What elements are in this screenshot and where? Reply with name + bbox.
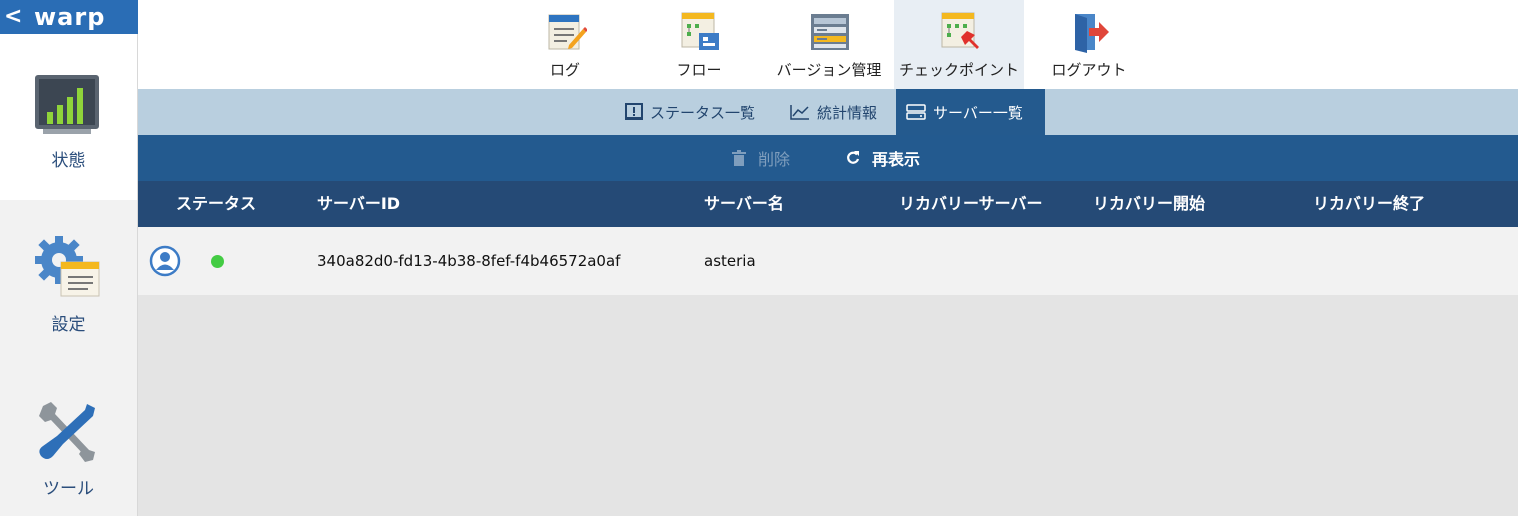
refresh-icon (847, 151, 860, 164)
table-row[interactable]: 340a82d0-fd13-4b38-8fef-f4b46572a0af ast… (138, 227, 1518, 295)
subtab-bar: ステータス一覧 統計情報 サーバー一覧 (138, 89, 1518, 135)
flow-icon (681, 12, 719, 50)
column-header-server-name[interactable]: サーバー名 (704, 181, 784, 227)
tab-server-list[interactable]: サーバー一覧 (896, 89, 1045, 135)
sidebar: < warp 状態 設定 ツール (0, 0, 138, 516)
bar-chart-icon (35, 75, 99, 134)
column-header-recovery-end[interactable]: リカバリー終了 (1313, 181, 1425, 227)
table-header: ステータス サーバーID サーバー名 リカバリーサーバー リカバリー開始 リカバ… (138, 181, 1518, 227)
toolbar-checkpoint-button[interactable]: チェックポイント (894, 0, 1024, 89)
action-bar: 削除 再表示 (138, 135, 1518, 181)
sidebar-item-label: 状態 (51, 151, 86, 171)
back-chevron: < (4, 4, 23, 29)
toolbar-label: ログアウト (1051, 61, 1127, 79)
toolbar-version-button[interactable]: バージョン管理 (764, 0, 894, 89)
top-toolbar: ログ フロー バージョン管理 チェックポイント ログアウト (138, 0, 1518, 89)
checkpoint-pin-icon (941, 12, 979, 49)
delete-button[interactable]: 削除 (732, 135, 790, 181)
logo-text: warp (34, 3, 106, 31)
refresh-button[interactable]: 再表示 (846, 135, 920, 181)
tab-status-list[interactable]: ステータス一覧 (615, 89, 765, 135)
toolbar-label: フロー (676, 61, 722, 79)
log-notepad-icon (548, 14, 587, 50)
server-icon (906, 104, 926, 120)
column-header-status[interactable]: ステータス (176, 181, 256, 227)
table-body: 340a82d0-fd13-4b38-8fef-f4b46572a0af ast… (138, 227, 1518, 516)
user-icon (149, 245, 181, 277)
tab-label: 統計情報 (817, 103, 878, 122)
version-control-icon (811, 14, 849, 50)
status-indicator-dot (211, 255, 224, 268)
refresh-label: 再表示 (872, 150, 921, 169)
toolbar-label: バージョン管理 (776, 61, 882, 79)
sidebar-item-status[interactable]: 状態 (0, 34, 137, 200)
toolbar-flow-button[interactable]: フロー (634, 0, 764, 89)
exclamation-box-icon (625, 103, 643, 120)
tab-statistics[interactable]: 統計情報 (780, 89, 887, 135)
line-chart-icon (790, 105, 809, 120)
tab-label: ステータス一覧 (650, 103, 756, 122)
sidebar-item-tools[interactable]: ツール (0, 366, 137, 532)
delete-label: 削除 (758, 150, 791, 169)
column-header-recovery-server[interactable]: リカバリーサーバー (899, 181, 1043, 227)
toolbar-label: ログ (549, 61, 580, 79)
tab-label: サーバー一覧 (933, 103, 1023, 122)
toolbar-logout-button[interactable]: ログアウト (1024, 0, 1154, 89)
cell-server-name: asteria (704, 252, 756, 270)
sidebar-item-label: ツール (43, 479, 94, 499)
gear-settings-icon (35, 236, 100, 297)
logout-door-icon (1075, 14, 1109, 53)
sidebar-item-settings[interactable]: 設定 (0, 200, 137, 366)
cell-server-id: 340a82d0-fd13-4b38-8fef-f4b46572a0af (317, 252, 621, 270)
tools-icon (39, 402, 95, 462)
column-header-server-id[interactable]: サーバーID (317, 181, 400, 227)
toolbar-log-button[interactable]: ログ (500, 0, 630, 89)
toolbar-label: チェックポイント (898, 61, 1019, 79)
sidebar-item-label: 設定 (51, 315, 86, 335)
warp-logo-back-button[interactable]: < warp (0, 0, 138, 34)
trash-icon (732, 150, 746, 166)
column-header-recovery-start[interactable]: リカバリー開始 (1093, 181, 1205, 227)
